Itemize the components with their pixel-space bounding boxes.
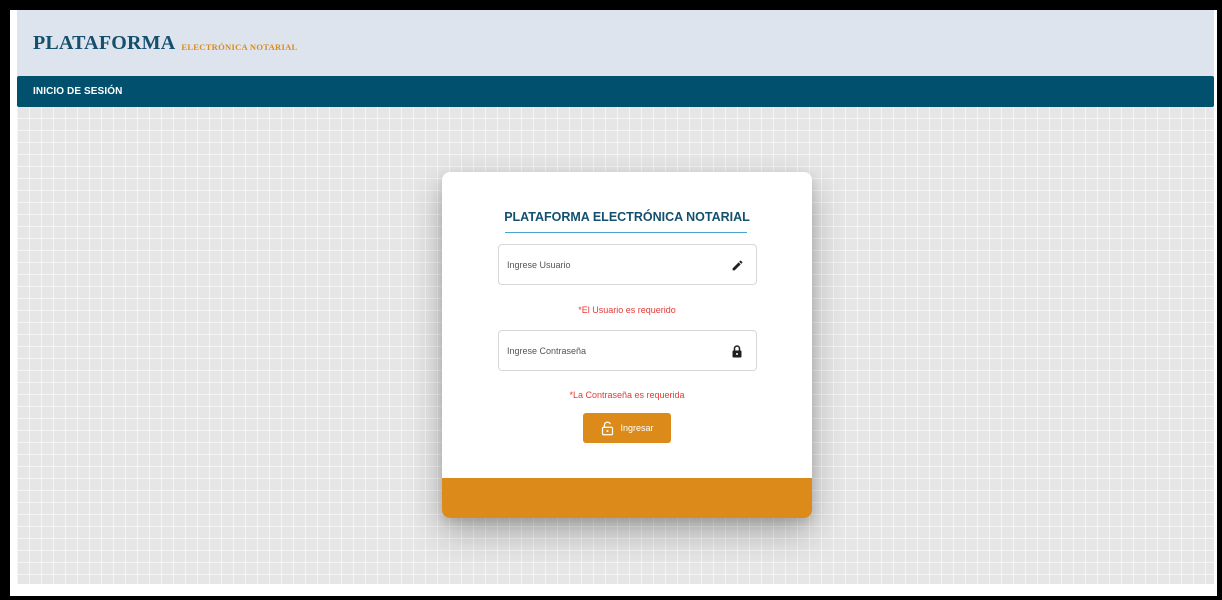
app-background: PLATAFORMA ELECTRÓNICA NOTARIAL INICIO D…: [17, 10, 1214, 584]
brand-subtitle: ELECTRÓNICA NOTARIAL: [181, 41, 298, 52]
password-input[interactable]: [499, 331, 756, 370]
username-input[interactable]: [499, 245, 756, 284]
lock-icon: [730, 344, 744, 358]
pencil-icon: [730, 258, 744, 272]
submit-button[interactable]: Ingresar: [583, 413, 671, 443]
username-field: [498, 244, 757, 285]
submit-label: Ingresar: [620, 423, 654, 433]
nav-title: INICIO DE SESIÓN: [33, 86, 123, 97]
card-footer: [442, 478, 812, 518]
nav-bar: INICIO DE SESIÓN: [17, 76, 1214, 107]
top-header: PLATAFORMA ELECTRÓNICA NOTARIAL: [17, 10, 1214, 76]
login-title: PLATAFORMA ELECTRÓNICA NOTARIAL: [504, 210, 750, 224]
brand-title: PLATAFORMA: [33, 31, 176, 54]
title-underline: [505, 232, 747, 233]
page-frame: PLATAFORMA ELECTRÓNICA NOTARIAL INICIO D…: [10, 10, 1217, 596]
password-field: [498, 330, 757, 371]
password-error: *La Contraseña es requerida: [569, 390, 685, 400]
login-card: PLATAFORMA ELECTRÓNICA NOTARIAL *El Usua…: [442, 172, 812, 518]
username-error: *El Usuario es requerido: [578, 305, 676, 315]
unlock-icon: [600, 421, 615, 436]
